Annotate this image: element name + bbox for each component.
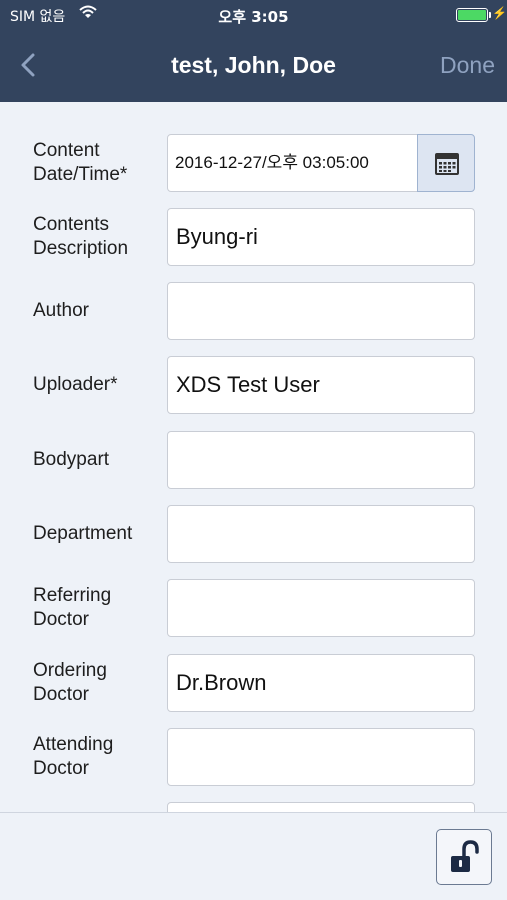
charging-bolt-icon: ⚡	[492, 6, 507, 20]
calendar-button[interactable]	[417, 134, 475, 192]
attending-doctor-label: Attending Doctor	[33, 734, 114, 779]
unlock-icon	[451, 840, 479, 872]
uploader-label: Uploader*	[33, 374, 118, 395]
content-datetime-label: Content Date/Time*	[33, 140, 128, 185]
battery-icon	[456, 8, 488, 22]
page-title: test, John, Doe	[171, 52, 336, 78]
calendar-icon	[435, 153, 459, 175]
bodypart-field[interactable]	[167, 431, 475, 489]
author-field[interactable]	[167, 282, 475, 340]
contents-description-label: Contents Description	[33, 214, 129, 259]
attending-doctor-field[interactable]	[167, 728, 475, 786]
battery-fill	[458, 10, 486, 20]
partial-row-field[interactable]	[167, 802, 475, 812]
ordering-doctor-field[interactable]: Dr.Brown	[167, 654, 475, 712]
referring-doctor-label: Referring Doctor	[33, 585, 112, 630]
department-label: Department	[33, 523, 133, 544]
department-field[interactable]	[167, 505, 475, 563]
contents-description-field[interactable]: Byung-ri	[167, 208, 475, 266]
referring-doctor-field[interactable]	[167, 579, 475, 637]
battery-cap	[489, 12, 491, 18]
bottom-toolbar	[0, 812, 507, 900]
bodypart-label: Bodypart	[33, 449, 110, 470]
content-datetime-field[interactable]: 2016-12-27/오후 03:05:00	[167, 134, 418, 192]
done-button[interactable]: Done	[440, 52, 495, 79]
status-bar: SIM 없음 오후 3:05 ⚡	[0, 0, 507, 30]
clock-time: 오후 3:05	[218, 8, 289, 26]
unlock-button[interactable]	[436, 829, 492, 885]
navigation-bar: test, John, Doe Done	[0, 30, 507, 102]
metadata-form: Content Date/Time* 2016-12-27/오후 03:05:0…	[0, 102, 507, 812]
ordering-doctor-label: Ordering Doctor	[33, 660, 107, 705]
uploader-field[interactable]: XDS Test User	[167, 356, 475, 414]
author-label: Author	[33, 300, 89, 321]
